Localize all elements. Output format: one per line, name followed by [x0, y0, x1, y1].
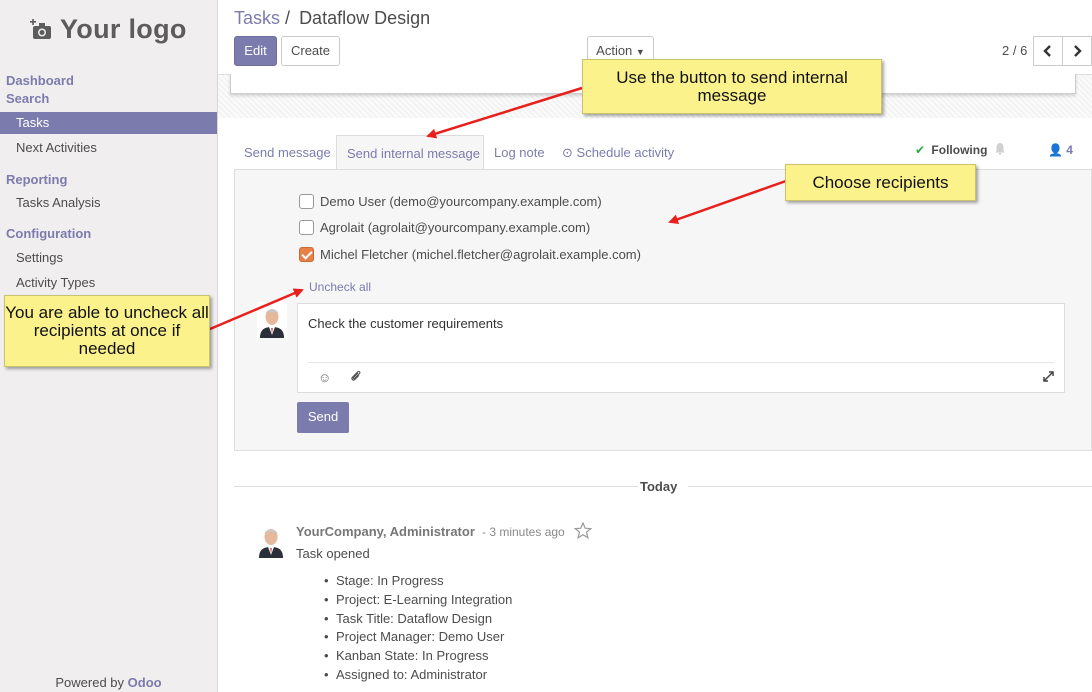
recipient-option[interactable]: Agrolait (agrolait@yourcompany.example.c… — [299, 220, 590, 235]
recipient-option[interactable]: Demo User (demo@yourcompany.example.com) — [299, 194, 602, 209]
recipient-label: Demo User (demo@yourcompany.example.com) — [320, 194, 602, 209]
menu-section-reporting[interactable]: Reporting — [6, 172, 67, 187]
schedule-activity-label: Schedule activity — [576, 145, 675, 160]
sidebar-item-next-activities[interactable]: Next Activities — [0, 137, 217, 159]
paperclip-icon[interactable] — [350, 370, 362, 385]
tab-send-internal-message[interactable]: Send internal message — [336, 135, 484, 170]
tracking-value: Project: E-Learning Integration — [324, 591, 512, 610]
breadcrumb: Tasks / Dataflow Design — [234, 8, 430, 29]
odoo-link[interactable]: Odoo — [128, 675, 162, 690]
user-icon: 👤 — [1048, 143, 1063, 157]
camera-plus-icon — [30, 18, 52, 41]
powered-by-label: Powered by — [55, 675, 125, 690]
recipient-option[interactable]: Michel Fletcher (michel.fletcher@agrolai… — [299, 247, 641, 262]
message-composer: Demo User (demo@yourcompany.example.com)… — [234, 169, 1092, 451]
tracking-values-list: Stage: In Progress Project: E-Learning I… — [324, 572, 512, 685]
company-logo[interactable]: Your logo — [30, 14, 187, 45]
bell-icon[interactable] — [994, 142, 1006, 158]
breadcrumb-separator: / — [285, 8, 291, 28]
breadcrumb-tasks-link[interactable]: Tasks — [234, 8, 280, 28]
tab-log-note[interactable]: Log note — [494, 145, 545, 160]
following-label: Following — [931, 143, 988, 157]
message-body: Task opened — [296, 546, 370, 561]
recipient-label: Agrolait (agrolait@yourcompany.example.c… — [320, 220, 591, 235]
message-editor[interactable]: Check the customer requirements ☺ — [297, 303, 1065, 393]
chevron-left-icon — [1043, 45, 1051, 57]
expand-icon[interactable] — [1043, 370, 1054, 385]
following-button[interactable]: ✔ Following — [915, 143, 987, 157]
action-label: Action — [596, 43, 633, 58]
menu-section-search[interactable]: Search — [6, 91, 49, 106]
uncheck-all-link[interactable]: Uncheck all — [309, 280, 371, 294]
pager-next-button[interactable] — [1062, 36, 1092, 66]
editor-divider — [308, 362, 1054, 363]
emoji-icon[interactable]: ☺ — [318, 370, 331, 385]
date-divider-line — [688, 486, 1092, 487]
tab-schedule-activity[interactable]: ⊙ Schedule activity — [562, 145, 674, 161]
check-icon: ✔ — [915, 143, 926, 157]
star-icon[interactable] — [573, 521, 593, 542]
callout-choose-recipients: Choose recipients — [785, 164, 976, 201]
recipient-checkbox-checked[interactable] — [299, 247, 314, 262]
powered-by: Powered by Odoo — [0, 675, 217, 690]
recipient-checkbox[interactable] — [299, 194, 314, 209]
breadcrumb-current: Dataflow Design — [299, 8, 431, 28]
avatar[interactable] — [256, 522, 286, 558]
tracking-value: Task Title: Dataflow Design — [324, 610, 512, 629]
tracking-value: Kanban State: In Progress — [324, 647, 512, 666]
tab-send-message[interactable]: Send message — [244, 145, 331, 160]
chevron-right-icon — [1074, 45, 1082, 57]
recipient-checkbox[interactable] — [299, 220, 314, 235]
tracking-value: Project Manager: Demo User — [324, 628, 512, 647]
sidebar-item-tasks[interactable]: Tasks — [0, 112, 217, 134]
avatar — [257, 302, 287, 338]
callout-uncheck-all: You are able to uncheck all recipients a… — [4, 295, 210, 367]
pager-value: 2 / 6 — [1002, 43, 1028, 58]
caret-down-icon: ▼ — [635, 47, 645, 57]
message-textarea[interactable]: Check the customer requirements — [308, 316, 503, 331]
tracking-value: Stage: In Progress — [324, 572, 512, 591]
message-author[interactable]: YourCompany, Administrator — [296, 524, 475, 539]
menu-section-configuration[interactable]: Configuration — [6, 226, 91, 241]
clock-icon: ⊙ — [562, 145, 573, 160]
edit-button[interactable]: Edit — [234, 36, 277, 66]
recipient-label: Michel Fletcher (michel.fletcher@agrolai… — [320, 247, 641, 262]
logo-text: Your logo — [60, 14, 187, 44]
date-separator: Today — [640, 479, 678, 494]
tracking-value: Assigned to: Administrator — [324, 666, 512, 685]
send-button[interactable]: Send — [297, 402, 349, 433]
message-timestamp: - 3 minutes ago — [482, 525, 565, 539]
sidebar-item-tasks-analysis[interactable]: Tasks Analysis — [0, 192, 217, 214]
create-button[interactable]: Create — [281, 36, 340, 66]
followers-count: 4 — [1066, 143, 1073, 157]
followers-button[interactable]: 👤 4 — [1048, 143, 1073, 157]
pager-previous-button[interactable] — [1033, 36, 1063, 66]
sidebar-item-settings[interactable]: Settings — [0, 247, 217, 269]
sidebar-item-activity-types[interactable]: Activity Types — [0, 272, 217, 294]
date-divider-line — [234, 486, 638, 487]
callout-internal-message: Use the button to send internal message — [582, 59, 882, 114]
menu-section-dashboard[interactable]: Dashboard — [6, 73, 74, 88]
